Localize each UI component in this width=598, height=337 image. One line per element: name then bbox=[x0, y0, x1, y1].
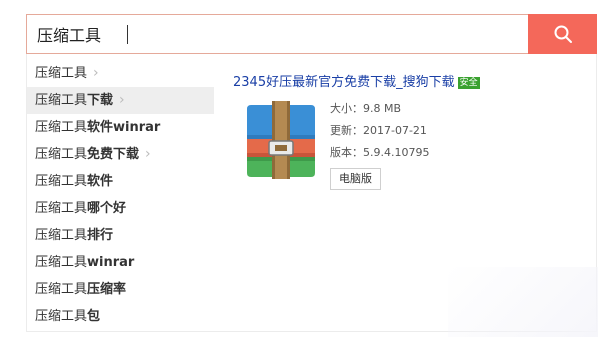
suggestion-item[interactable]: 压缩工具免费下载 › bbox=[27, 141, 214, 168]
suggestion-base-text: 压缩工具 bbox=[35, 255, 88, 270]
suggestion-item[interactable]: 压缩工具下载 › bbox=[27, 87, 214, 114]
suggestion-base-text: 压缩工具 bbox=[35, 174, 88, 189]
suggestion-base-text: 压缩工具 bbox=[35, 282, 88, 297]
suggestion-base-text: 压缩工具 bbox=[35, 309, 88, 324]
suggestion-base-text: 压缩工具 bbox=[35, 201, 88, 216]
chevron-right-icon: › bbox=[145, 146, 151, 162]
chevron-right-icon: › bbox=[93, 65, 99, 81]
suggestion-list: 压缩工具 › 压缩工具下载 › 压缩工具软件winrar 压缩工具免费下载 › 压缩工具软件压… bbox=[27, 60, 214, 330]
suggestion-item[interactable]: 压缩工具压缩率 bbox=[27, 276, 214, 303]
update-date: 更新：2017-07-21 bbox=[330, 124, 427, 137]
suggestion-rest-text: 包 bbox=[87, 309, 101, 324]
file-size: 大小：9.8 MB bbox=[330, 102, 402, 115]
suggestion-base-text: 压缩工具 bbox=[35, 66, 88, 81]
search-input[interactable] bbox=[27, 15, 529, 53]
suggestion-rest-text: 软件winrar bbox=[87, 120, 161, 135]
pc-version-button[interactable]: 电脑版 bbox=[330, 168, 381, 190]
text-caret bbox=[127, 25, 128, 44]
suggestion-rest-text: winrar bbox=[87, 255, 135, 270]
suggestion-item[interactable]: 压缩工具排行 bbox=[27, 222, 214, 249]
suggestion-item[interactable]: 压缩工具 › bbox=[27, 60, 214, 87]
suggestion-item[interactable]: 压缩工具包 bbox=[27, 303, 214, 330]
app-archive-icon bbox=[247, 101, 315, 179]
safe-badge: 安全 bbox=[457, 77, 480, 89]
suggestion-base-text: 压缩工具 bbox=[35, 228, 88, 243]
result-title[interactable]: 2345好压最新官方免费下载_搜狗下载 bbox=[233, 75, 455, 90]
search-button[interactable] bbox=[528, 14, 597, 54]
search-bar bbox=[26, 14, 597, 54]
search-icon bbox=[554, 25, 572, 43]
suggestion-item[interactable]: 压缩工具软件winrar bbox=[27, 114, 214, 141]
suggestion-rest-text: 排行 bbox=[87, 228, 114, 243]
suggestion-rest-text: 哪个好 bbox=[87, 201, 127, 216]
suggestion-item[interactable]: 压缩工具winrar bbox=[27, 249, 214, 276]
result-card: 2345好压最新官方免费下载_搜狗下载 安全 大小：9.8 MB 更新：2017-… bbox=[233, 64, 593, 224]
chevron-right-icon: › bbox=[119, 92, 125, 108]
suggestion-item[interactable]: 压缩工具哪个好 bbox=[27, 195, 214, 222]
suggestion-item[interactable]: 压缩工具软件 bbox=[27, 168, 214, 195]
suggestion-rest-text: 下载 bbox=[87, 93, 114, 108]
suggestion-base-text: 压缩工具 bbox=[35, 120, 88, 135]
version-number: 版本：5.9.4.10795 bbox=[330, 146, 430, 159]
suggestion-rest-text: 免费下载 bbox=[87, 147, 140, 162]
screen-glare bbox=[448, 267, 598, 337]
result-title-link[interactable]: 2345好压最新官方免费下载_搜狗下载 安全 bbox=[233, 71, 480, 90]
suggestion-rest-text: 压缩率 bbox=[87, 282, 127, 297]
suggestion-base-text: 压缩工具 bbox=[35, 93, 88, 108]
suggestion-rest-text: 软件 bbox=[87, 174, 114, 189]
suggestion-base-text: 压缩工具 bbox=[35, 147, 88, 162]
